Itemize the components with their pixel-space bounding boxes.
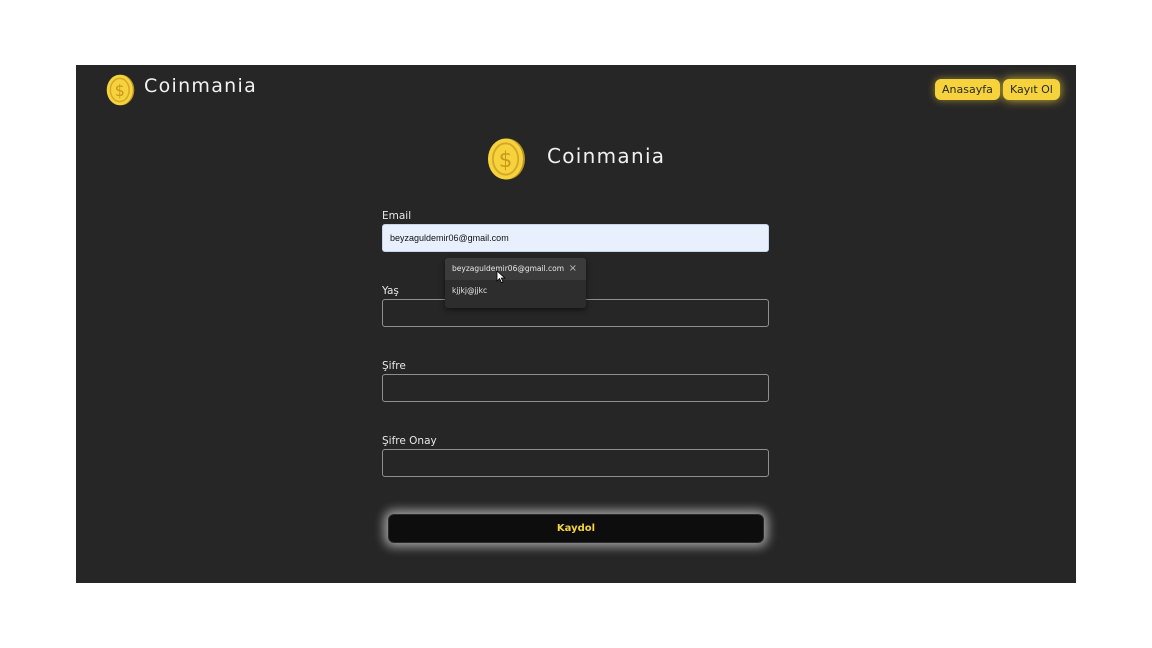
svg-text:$: $ <box>115 81 125 100</box>
mouse-pointer-icon <box>496 270 506 284</box>
autocomplete-option-text: beyzaguldemir06@gmail.com <box>452 264 565 273</box>
app-window: $ Coinmania Anasayfa Kayıt Ol $ Coinmani… <box>76 65 1076 583</box>
nav-brand-name[interactable]: Coinmania <box>144 75 257 97</box>
svg-text:$: $ <box>499 148 513 173</box>
autocomplete-option[interactable]: beyzaguldemir06@gmail.com × <box>445 258 586 280</box>
password-label: Şifre <box>382 360 406 372</box>
email-field[interactable] <box>382 224 769 252</box>
email-label: Email <box>382 210 412 222</box>
home-button[interactable]: Anasayfa <box>935 79 1000 100</box>
coin-hero-icon: $ <box>487 138 526 180</box>
age-label: Yaş <box>382 285 399 297</box>
autocomplete-option-text: kjjkj@jjkc <box>452 286 488 295</box>
password-confirm-field[interactable] <box>382 449 769 477</box>
register-submit-button[interactable]: Kaydol <box>388 514 764 543</box>
coin-logo-icon[interactable]: $ <box>106 74 135 106</box>
password-confirm-label: Şifre Onay <box>382 435 437 447</box>
autocomplete-option[interactable]: kjjkj@jjkc <box>445 280 586 302</box>
close-icon[interactable]: × <box>569 258 577 280</box>
email-autocomplete-dropdown: beyzaguldemir06@gmail.com × kjjkj@jjkc <box>445 258 586 308</box>
page-title: Coinmania <box>547 144 666 168</box>
password-field[interactable] <box>382 374 769 402</box>
register-nav-button[interactable]: Kayıt Ol <box>1003 79 1060 100</box>
